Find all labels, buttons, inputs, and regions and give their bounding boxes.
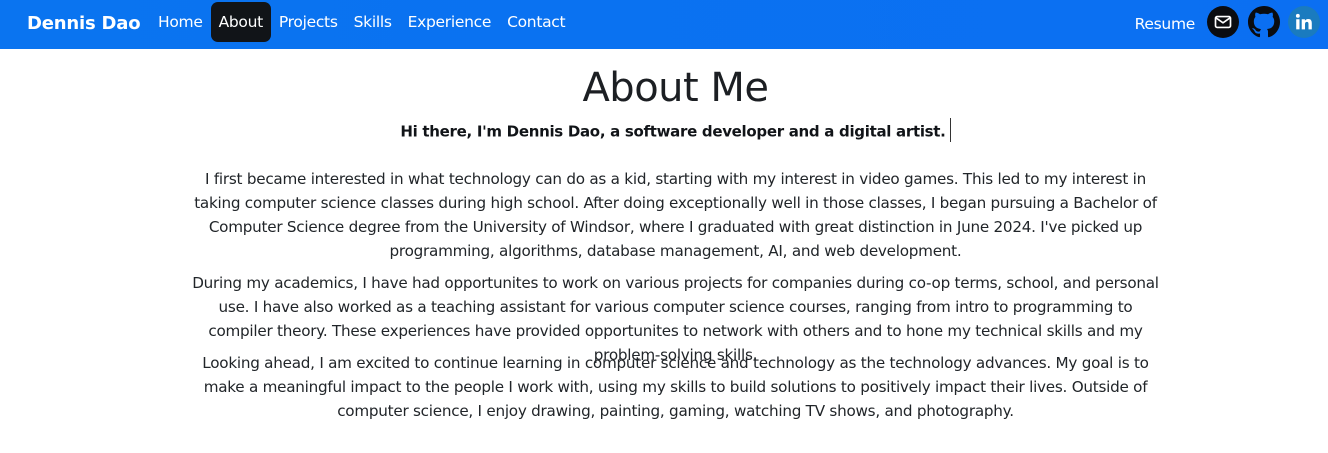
mail-icon[interactable] [1207, 6, 1239, 38]
intro-subtitle: Hi there, I'm Dennis Dao, a software dev… [400, 122, 946, 141]
typing-caret [949, 118, 951, 142]
linkedin-icon-glyph [1295, 13, 1312, 30]
nav-link-contact[interactable]: Contact [499, 2, 573, 42]
brand-logo-text[interactable]: Dennis Dao [27, 12, 141, 36]
mail-icon-glyph [1214, 15, 1232, 29]
about-paragraph-1: I first became interested in what techno… [194, 170, 1157, 260]
nav-link-home[interactable]: Home [150, 2, 211, 42]
nav-link-skills[interactable]: Skills [346, 2, 400, 42]
page-title: About Me [582, 65, 769, 111]
nav-link-projects[interactable]: Projects [271, 2, 346, 42]
linkedin-icon[interactable] [1288, 6, 1320, 38]
nav-link-experience[interactable]: Experience [400, 2, 499, 42]
nav-link-about[interactable]: About [210, 2, 271, 42]
subtitle-line: Hi there, I'm Dennis Dao, a software dev… [0, 118, 1328, 144]
top-navbar: Dennis Dao Home About Projects Skills Ex… [0, 0, 1328, 49]
github-icon[interactable] [1248, 6, 1280, 38]
nav-links: Home About Projects Skills Experience Co… [150, 2, 573, 42]
about-paragraph-3: Looking ahead, I am excited to continue … [202, 354, 1149, 420]
github-icon-glyph [1248, 6, 1280, 38]
resume-link[interactable]: Resume [1135, 14, 1196, 34]
